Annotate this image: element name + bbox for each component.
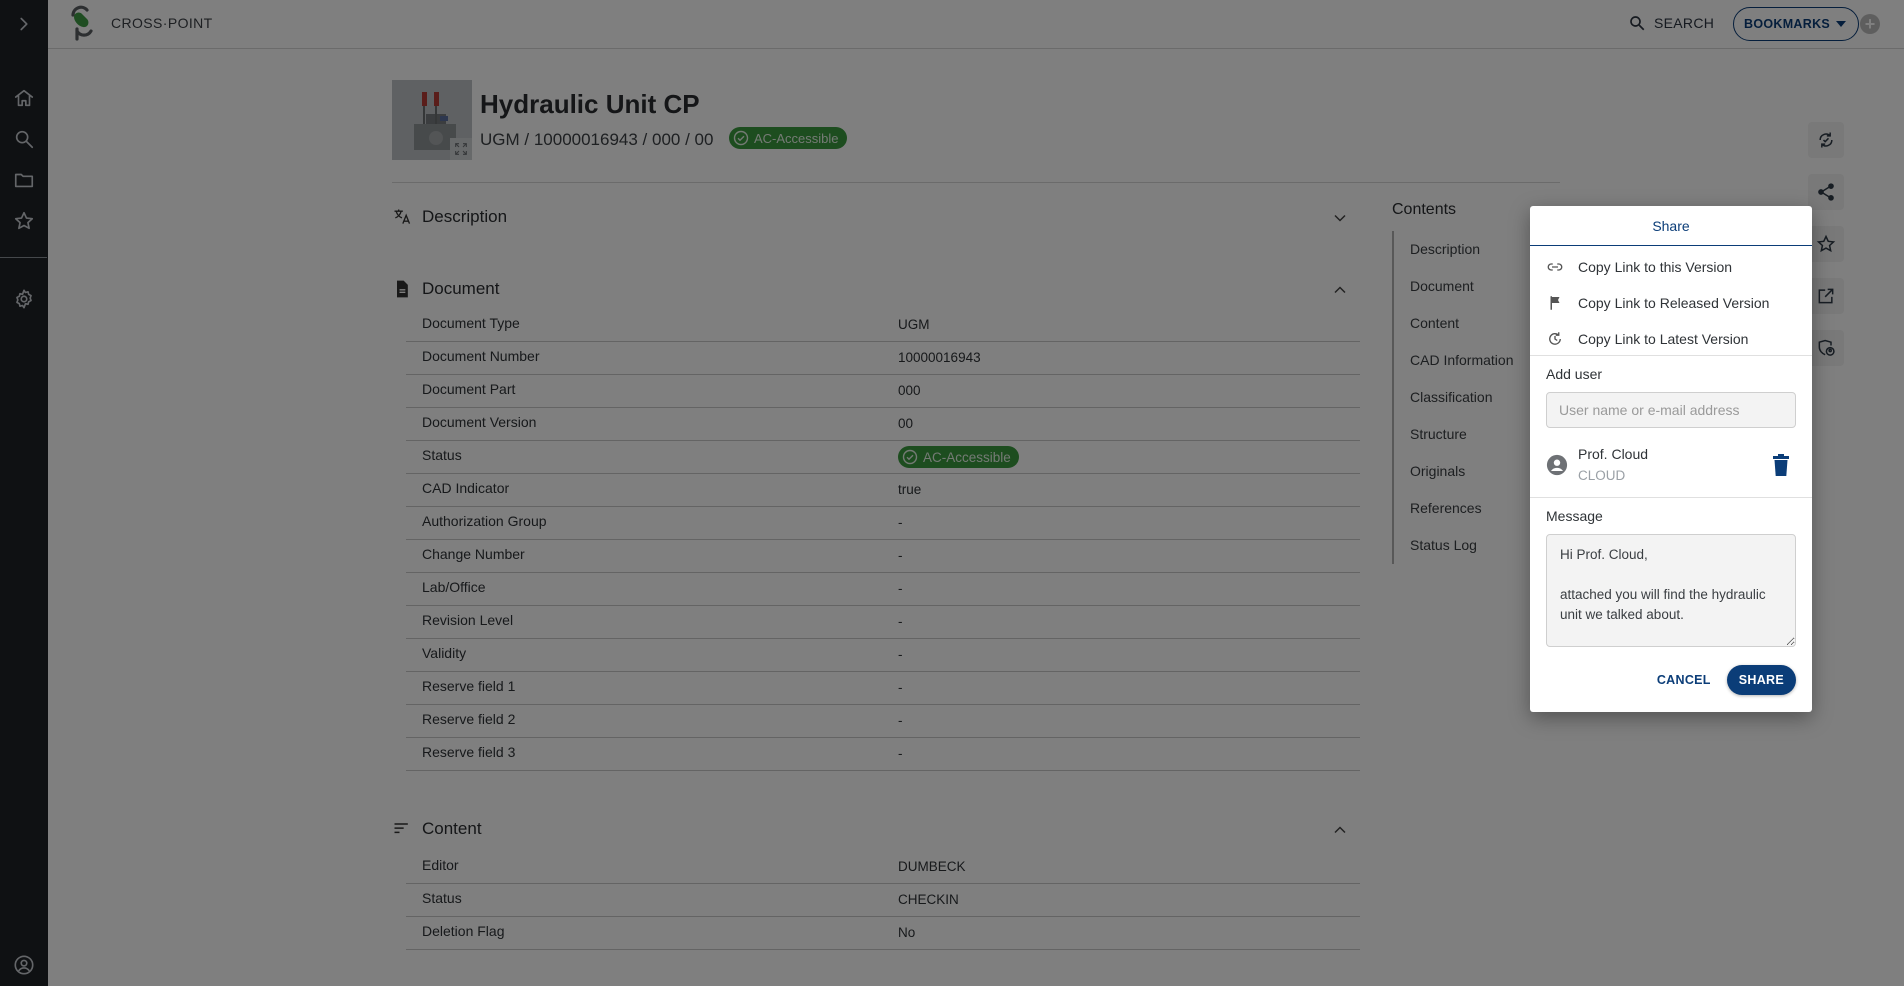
- message-label: Message: [1546, 508, 1603, 524]
- menu-item-label: Copy Link to Released Version: [1578, 295, 1770, 311]
- account-circle-icon: [1546, 454, 1568, 476]
- user-id: CLOUD: [1578, 468, 1626, 483]
- copy-link-released-version[interactable]: Copy Link to Released Version: [1530, 285, 1812, 321]
- dialog-title: Share: [1530, 206, 1812, 246]
- copy-link-latest-version[interactable]: Copy Link to Latest Version: [1530, 321, 1812, 357]
- link-icon: [1547, 263, 1563, 271]
- dialog-actions: CANCEL SHARE: [1657, 665, 1796, 695]
- share-dialog: Share Copy Link to this Version Copy Lin…: [1530, 206, 1812, 712]
- user-search-input[interactable]: [1546, 392, 1796, 428]
- menu-item-label: Copy Link to this Version: [1578, 259, 1733, 275]
- user-name: Prof. Cloud: [1578, 446, 1649, 462]
- history-icon: [1549, 332, 1561, 345]
- message-textarea[interactable]: Hi Prof. Cloud, attached you will find t…: [1546, 534, 1796, 647]
- copy-link-menu: Copy Link to this Version Copy Link to R…: [1530, 246, 1812, 356]
- delete-icon[interactable]: [1770, 453, 1792, 477]
- cancel-button[interactable]: CANCEL: [1657, 673, 1711, 687]
- shared-user-item: Prof. Cloud CLOUD: [1530, 428, 1812, 498]
- menu-item-label: Copy Link to Latest Version: [1578, 331, 1749, 347]
- flag-icon: [1550, 296, 1560, 310]
- copy-link-this-version[interactable]: Copy Link to this Version: [1530, 249, 1812, 285]
- share-submit-button[interactable]: SHARE: [1726, 665, 1796, 695]
- add-user-label: Add user: [1546, 366, 1603, 382]
